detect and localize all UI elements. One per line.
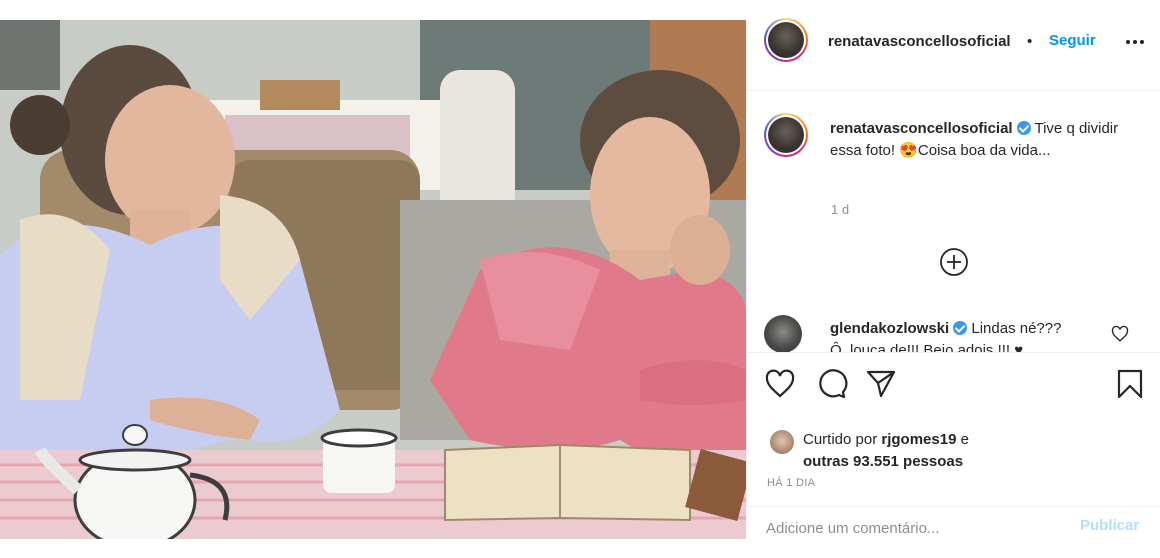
caption-timestamp[interactable]: 1 d [831, 202, 849, 217]
heart-eyes-emoji: 😍 [899, 142, 918, 159]
author-username[interactable]: renatavasconcellosoficial [828, 33, 1011, 50]
more-options-icon[interactable] [1123, 30, 1147, 54]
likes-others-count[interactable]: outras 93.551 pessoas [803, 453, 963, 470]
liker-avatar[interactable] [770, 430, 794, 454]
commenter-avatar[interactable] [764, 315, 802, 352]
post-header: renatavasconcellosoficial • Seguir [747, 18, 1160, 91]
caption-text: renatavasconcellosoficial Tive q dividir… [830, 118, 1130, 162]
load-more-comments-icon[interactable] [939, 247, 969, 277]
post-photo[interactable] [0, 20, 746, 539]
commenter-username[interactable]: glendakozlowski [830, 320, 949, 337]
verified-badge-icon [953, 321, 968, 335]
liker-username[interactable]: rjgomes19 [881, 431, 956, 448]
comment-bubble-icon[interactable] [816, 368, 848, 400]
caption-author-avatar[interactable] [764, 113, 808, 157]
follow-button[interactable]: Seguir [1049, 32, 1096, 49]
caption-username[interactable]: renatavasconcellosoficial [830, 120, 1013, 137]
comment-item: glendakozlowski Lindas né??? Ô, louca de… [747, 310, 1160, 352]
verified-badge-icon [1016, 121, 1031, 135]
like-heart-icon[interactable] [764, 368, 796, 400]
comment-body: Lindas né??? [967, 320, 1062, 337]
author-avatar[interactable] [764, 18, 808, 62]
comment-like-heart-icon[interactable] [1111, 325, 1129, 343]
save-bookmark-icon[interactable] [1114, 368, 1146, 400]
separator-dot: • [1027, 33, 1033, 50]
comment-text-line2: Ô, louca de!!! Bejo.adois.!!! ♥ [830, 342, 1024, 352]
likes-prefix: Curtido por [803, 431, 882, 448]
share-paper-plane-icon[interactable] [865, 368, 897, 400]
add-comment-section: Publicar [746, 506, 1160, 558]
post-age[interactable]: HÁ 1 DIA [767, 477, 815, 489]
caption-body-2: Coisa boa da vida... [917, 142, 1051, 159]
post-image [0, 20, 746, 539]
post-side-panel: renatavasconcellosoficial • Seguir renat… [746, 18, 1160, 539]
comment-input[interactable] [766, 517, 1066, 539]
publish-button[interactable]: Publicar [1080, 517, 1139, 534]
likes-summary: Curtido por rjgomes19 e outras 93.551 pe… [803, 429, 969, 473]
likes-middle: e [956, 431, 969, 448]
comment-text: glendakozlowski Lindas né??? [830, 318, 1061, 340]
post-caption: renatavasconcellosoficial Tive q dividir… [747, 92, 1160, 332]
